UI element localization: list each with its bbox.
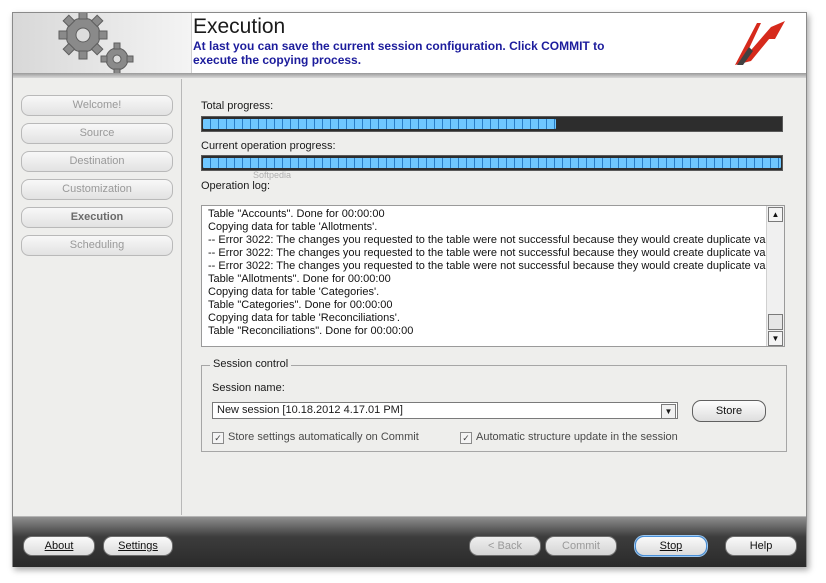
watermark-text: Softpedia [253,170,292,180]
sidebar-item-source[interactable]: Source [21,123,173,144]
header-divider [13,73,806,78]
log-line: -- Error 3022: The changes you requested… [208,247,775,259]
store-button[interactable]: Store [692,400,766,422]
operation-log[interactable]: Table "Accounts". Done for 00:00:00 Copy… [201,205,785,347]
app-window: Execution At last you can save the curre… [12,12,807,567]
log-line: Table "Accounts". Done for 00:00:00 [208,208,385,220]
auto-store-label: Store settings automatically on Commit [228,431,419,443]
current-progress-bar [201,155,783,171]
log-line: Table "Allotments". Done for 00:00:00 [208,273,391,285]
checkbox-checked-icon[interactable]: ✓ [212,432,224,444]
session-name-value: New session [10.18.2012 4.17.01 PM] [217,404,403,416]
log-line: Copying data for table 'Allotments'. [208,221,378,233]
commit-button[interactable]: Commit [545,536,617,556]
checkbox-checked-icon[interactable]: ✓ [460,432,472,444]
total-progress-label: Total progress: [201,100,274,112]
current-progress-label: Current operation progress: [201,140,336,152]
session-name-select[interactable]: New session [10.18.2012 4.17.01 PM] ▼ [212,402,678,419]
auto-store-checkbox[interactable]: ✓ Store settings automatically on Commit [212,431,419,444]
session-control-title: Session control [210,358,292,370]
scroll-up-icon[interactable]: ▲ [768,207,783,222]
back-button[interactable]: < Back [469,536,541,556]
main-content: Total progress: Current operation progre… [183,79,805,515]
header: Execution At last you can save the curre… [13,13,806,74]
about-button[interactable]: About [23,536,95,556]
stop-button[interactable]: Stop [635,536,707,556]
sidebar-item-destination[interactable]: Destination [21,151,173,172]
sidebar-item-execution[interactable]: Execution [21,207,173,228]
auto-structure-checkbox[interactable]: ✓ Automatic structure update in the sessi… [460,431,678,444]
current-progress-fill [203,158,781,168]
operation-log-label: Operation log: [201,180,271,192]
settings-button-label: Settings [118,540,158,552]
help-button[interactable]: Help [725,536,797,556]
log-line: Copying data for table 'Categories'. [208,286,380,298]
session-control-group: Session control Session name: New sessio… [201,358,787,452]
log-line: Table "Categories". Done for 00:00:00 [208,299,393,311]
footer-bar: About Settings < Back Commit Stop Help [13,516,806,567]
auto-structure-label: Automatic structure update in the sessio… [476,431,678,443]
sidebar-item-scheduling[interactable]: Scheduling [21,235,173,256]
log-line: Copying data for table 'Reconciliations'… [208,312,400,324]
total-progress-fill [203,119,556,129]
scroll-down-icon[interactable]: ▼ [768,331,783,346]
total-progress-bar [201,116,783,132]
sidebar-item-welcome[interactable]: Welcome! [21,95,173,116]
log-line: -- Error 3022: The changes you requested… [208,234,775,246]
log-line: -- Error 3022: The changes you requested… [208,260,775,272]
session-name-label: Session name: [212,382,285,394]
sidebar-item-customization[interactable]: Customization [21,179,173,200]
app-logo-icon [731,17,787,69]
gears-icon [13,13,192,73]
settings-button[interactable]: Settings [103,536,173,556]
log-line: Table "Reconciliations". Done for 00:00:… [208,325,414,337]
log-scrollbar[interactable]: ▲ ▼ [766,206,784,346]
chevron-down-icon[interactable]: ▼ [661,404,676,419]
scroll-thumb[interactable] [768,314,783,330]
sidebar: Welcome! Source Destination Customizatio… [13,79,182,515]
stop-button-label: Stop [659,540,683,552]
page-subtitle: At last you can save the current session… [193,39,605,67]
page-title: Execution [193,15,286,38]
about-button-label: About [44,540,74,552]
